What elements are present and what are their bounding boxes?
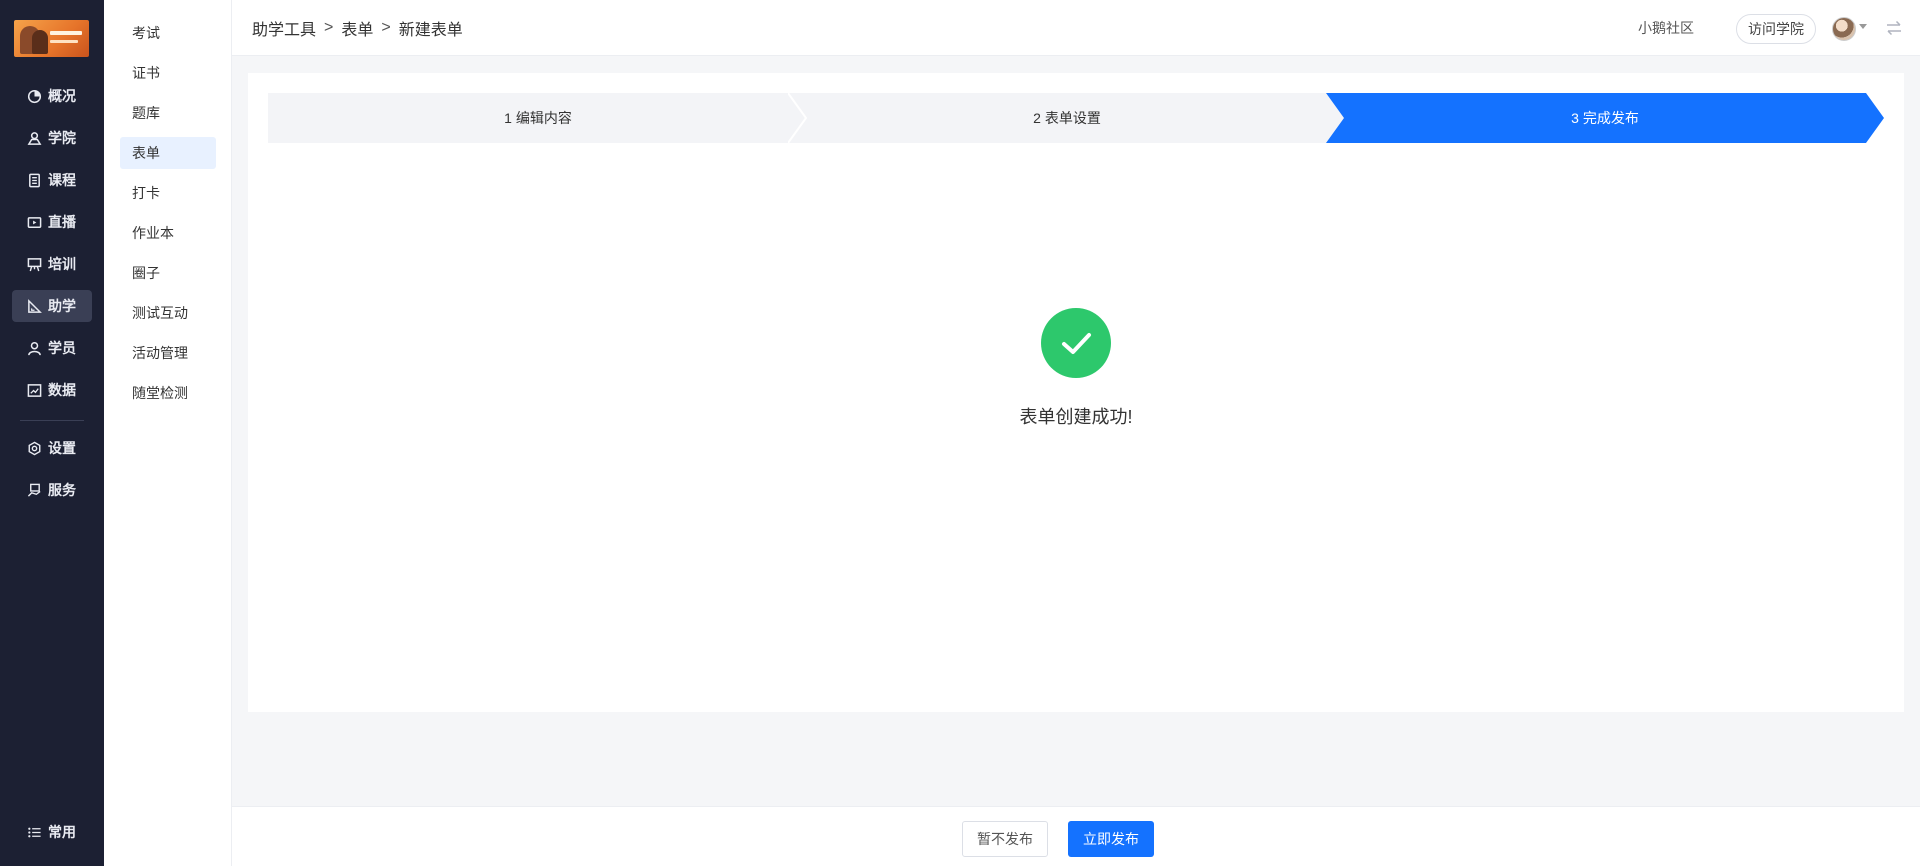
breadcrumb-separator: > [324, 19, 334, 36]
nav-label: 课程 [48, 172, 76, 188]
submenu-item-activity[interactable]: 活动管理 [120, 337, 216, 369]
success-check-icon [1041, 308, 1111, 378]
pie-chart-icon [27, 89, 42, 103]
community-link[interactable]: 小鹅社区 [1638, 0, 1694, 56]
submenu-item-question-bank[interactable]: 题库 [120, 97, 216, 129]
nav-label: 数据 [48, 382, 76, 398]
breadcrumb-item[interactable]: 助学工具 [252, 16, 316, 40]
nav-item-academy[interactable]: 学院 [12, 122, 92, 154]
nav-label: 设置 [48, 440, 76, 456]
footer-bar: 暂不发布 立即发布 [232, 806, 1920, 866]
nav-item-overview[interactable]: 概况 [12, 80, 92, 112]
nav-item-data[interactable]: 数据 [12, 374, 92, 406]
breadcrumb-current: 新建表单 [398, 22, 463, 39]
visit-academy-button[interactable]: 访问学院 [1736, 14, 1816, 44]
submenu-item-homework[interactable]: 作业本 [120, 217, 216, 249]
nav-label: 服务 [48, 482, 76, 498]
data-icon [27, 383, 42, 397]
submenu-item-exam[interactable]: 考试 [120, 17, 216, 49]
submenu-item-class-test[interactable]: 随堂检测 [120, 377, 216, 409]
breadcrumb-item[interactable]: 表单 [341, 16, 373, 40]
step-form-settings: 2 表单设置 [788, 93, 1346, 143]
swap-icon[interactable] [1885, 19, 1903, 37]
nav-item-training[interactable]: 培训 [12, 248, 92, 280]
nav-item-course[interactable]: 课程 [12, 164, 92, 196]
success-message: 表单创建成功! [1019, 407, 1133, 427]
breadcrumb-separator: > [381, 19, 391, 36]
publish-now-button[interactable]: 立即发布 [1068, 821, 1154, 857]
main-card: 1 编辑内容 2 表单设置 3 完成发布 表单创建成功! [248, 73, 1904, 712]
sub-menu: 考试 证书 题库 表单 打卡 作业本 圈子 测试互动 活动管理 随堂检测 [104, 0, 232, 866]
nav-label: 常用 [48, 824, 76, 840]
list-icon [28, 827, 41, 837]
academy-logo[interactable] [14, 20, 89, 57]
step-label: 3 完成发布 [1571, 110, 1639, 126]
service-icon [27, 483, 41, 497]
academy-icon [27, 131, 42, 145]
nav-label: 学员 [48, 340, 76, 356]
publish-later-button[interactable]: 暂不发布 [962, 821, 1048, 857]
chevron-down-icon[interactable] [1859, 24, 1867, 29]
submenu-item-quiz-interaction[interactable]: 测试互动 [120, 297, 216, 329]
nav-label: 直播 [48, 214, 76, 230]
live-icon [27, 216, 42, 228]
submenu-item-checkin[interactable]: 打卡 [120, 177, 216, 209]
training-icon [27, 257, 42, 271]
nav-label: 学院 [48, 130, 76, 146]
step-label: 1 编辑内容 [504, 110, 572, 126]
step-publish: 3 完成发布 [1326, 93, 1884, 143]
submenu-item-form[interactable]: 表单 [120, 137, 216, 169]
nav-label: 概况 [48, 88, 76, 104]
nav-label: 助学 [48, 298, 76, 314]
nav-item-assist[interactable]: 助学 [12, 290, 92, 322]
avatar[interactable] [1832, 17, 1856, 41]
top-header: 助学工具 > 表单 > 新建表单 小鹅社区 访问学院 [232, 0, 1920, 56]
nav-label: 培训 [48, 256, 76, 272]
breadcrumb: 助学工具 > 表单 > 新建表单 [252, 0, 463, 56]
nav-item-settings[interactable]: 设置 [12, 432, 92, 464]
step-bar: 1 编辑内容 2 表单设置 3 完成发布 [268, 93, 1884, 143]
user-icon [28, 341, 41, 355]
submenu-item-certificate[interactable]: 证书 [120, 57, 216, 89]
assist-icon [28, 298, 42, 313]
step-edit-content: 1 编辑内容 [268, 93, 808, 143]
nav-item-students[interactable]: 学员 [12, 332, 92, 364]
nav-item-frequent[interactable]: 常用 [12, 816, 92, 848]
gear-icon [28, 441, 41, 455]
nav-divider [20, 420, 84, 421]
step-label: 2 表单设置 [1033, 110, 1101, 126]
nav-item-live[interactable]: 直播 [12, 206, 92, 238]
course-icon [29, 173, 40, 187]
submenu-item-circle[interactable]: 圈子 [120, 257, 216, 289]
nav-item-service[interactable]: 服务 [12, 474, 92, 506]
main-nav: 概况 学院 课程 直播 培训 助学 学员 数据 设置 服务 常用 [0, 0, 104, 866]
